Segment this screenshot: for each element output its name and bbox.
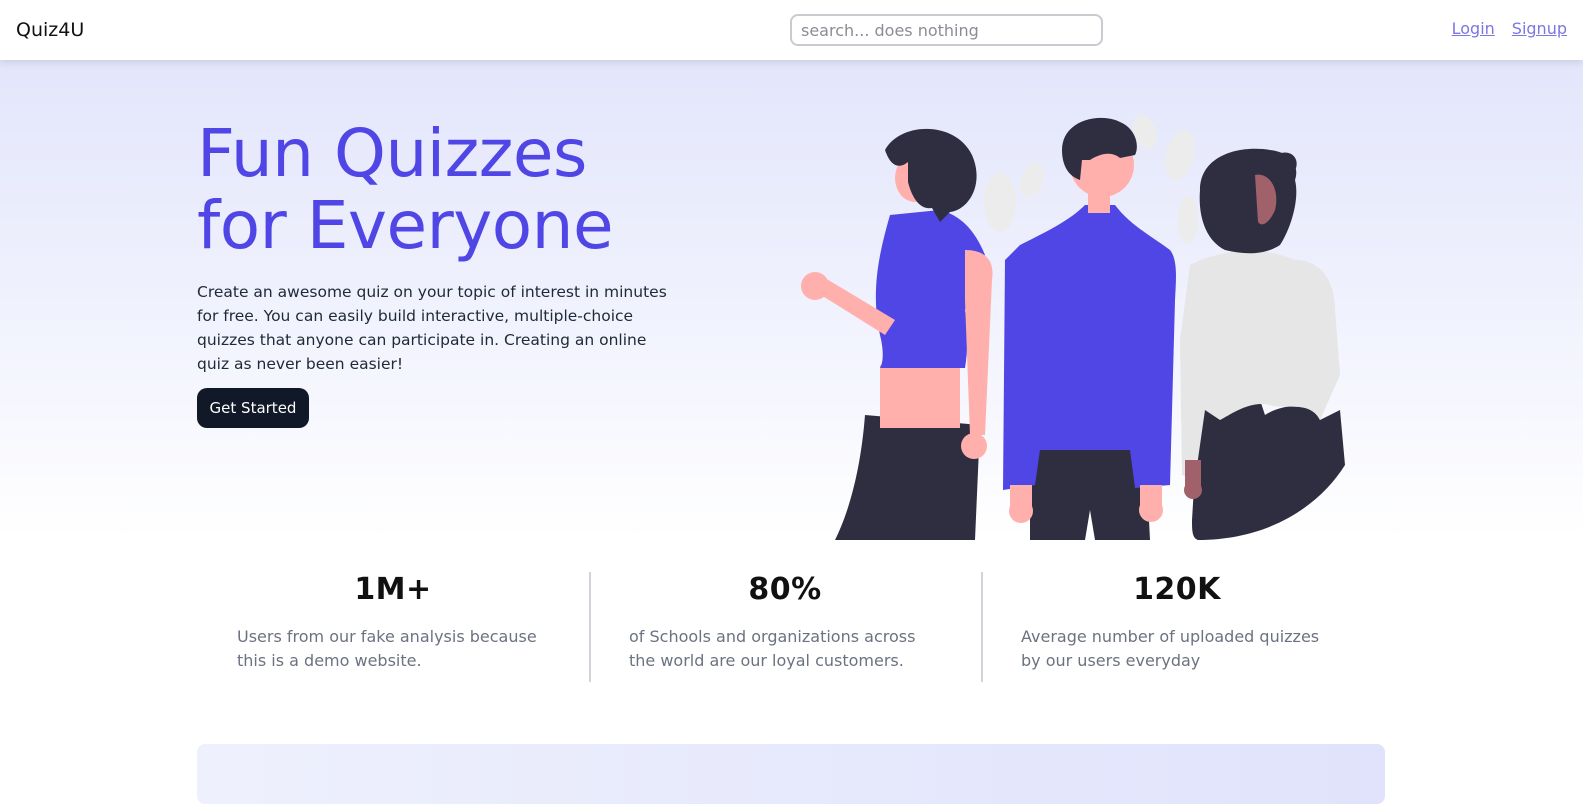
stat-value: 80% (748, 572, 822, 607)
stat-description: Average number of uploaded quizzes by ou… (1021, 627, 1320, 670)
hero-title-line1: Fun Quizzes (197, 115, 587, 192)
hero-section: Fun Quizzes for Everyone Create an aweso… (0, 60, 1583, 540)
stat-schools: 80% of Schools and organizations across … (589, 572, 981, 682)
get-started-button[interactable]: Get Started (197, 388, 309, 428)
hero-title-line2: for Everyone (197, 187, 614, 264)
login-link[interactable]: Login (1452, 19, 1495, 38)
stat-value: 120K (1133, 572, 1221, 607)
feature-card (197, 744, 1385, 804)
nav-links: Login Signup (1452, 19, 1567, 38)
stats-section: 1M+ Users from our fake analysis because… (197, 572, 1373, 682)
hero-description: Create an awesome quiz on your topic of … (197, 283, 667, 373)
signup-link[interactable]: Signup (1512, 19, 1567, 38)
navbar: Quiz4U Login Signup (0, 0, 1583, 60)
stat-users: 1M+ Users from our fake analysis because… (197, 572, 589, 682)
search-input[interactable] (790, 14, 1103, 46)
stat-description: of Schools and organizations across the … (629, 627, 916, 670)
hero-title: Fun Quizzes for Everyone (197, 118, 757, 262)
stat-quizzes: 120K Average number of uploaded quizzes … (981, 572, 1373, 682)
stat-value: 1M+ (354, 572, 432, 607)
stat-description: Users from our fake analysis because thi… (237, 627, 537, 670)
people-illustration-icon (801, 114, 1345, 540)
brand-logo[interactable]: Quiz4U (16, 19, 84, 41)
